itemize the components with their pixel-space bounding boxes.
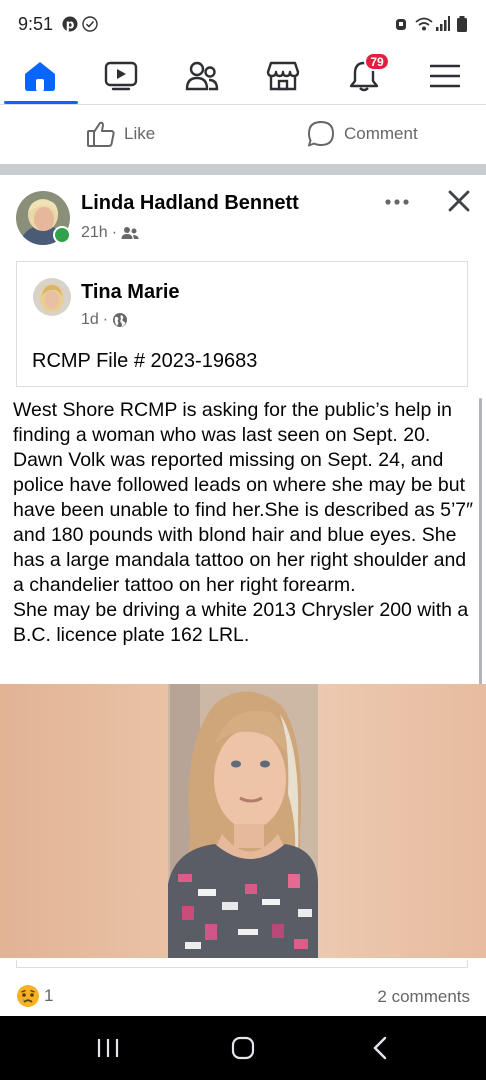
like-button[interactable]: Like: [86, 104, 155, 164]
shared-author-name[interactable]: Tina Marie: [81, 281, 180, 304]
friends-audience-icon: [121, 226, 139, 240]
post-actions-bar: Like Comment: [0, 104, 486, 164]
post-meta: 21h ·: [81, 224, 139, 242]
shared-author-avatar[interactable]: [33, 278, 71, 316]
tab-marketplace[interactable]: [253, 50, 313, 102]
home-nav-button[interactable]: [213, 1030, 273, 1066]
comments-count-link[interactable]: 2 comments: [377, 987, 470, 1007]
tab-menu[interactable]: [415, 50, 475, 102]
online-status-dot: [53, 226, 71, 244]
hide-post-button[interactable]: [444, 186, 474, 216]
status-time: 9:51: [18, 14, 54, 34]
svg-text:p: p: [66, 18, 75, 32]
meta-separator: ·: [111, 224, 118, 241]
shared-post-meta: 1d ·: [81, 311, 128, 329]
photo-frame-edge: [16, 960, 468, 968]
wifi-icon: [414, 16, 434, 32]
recent-apps-button[interactable]: [78, 1030, 138, 1066]
recent-apps-icon: [96, 1037, 120, 1059]
feed-divider: [0, 164, 486, 175]
notification-badge: 79: [364, 52, 390, 71]
like-label: Like: [124, 124, 156, 143]
pinterest-icon: p: [62, 16, 78, 32]
shared-post-time[interactable]: 1d: [81, 311, 99, 329]
thumbs-up-icon: [86, 120, 116, 148]
comment-label: Comment: [344, 124, 418, 143]
globe-icon: [112, 312, 128, 328]
marketplace-icon: [266, 60, 300, 92]
back-chevron-icon: [372, 1036, 388, 1060]
alarm-icon: [394, 16, 408, 32]
friends-icon: [185, 61, 219, 91]
more-options-button[interactable]: [382, 192, 412, 212]
post-photo[interactable]: [0, 684, 486, 958]
comment-button[interactable]: Comment: [306, 104, 418, 164]
hamburger-icon: [430, 63, 460, 89]
signal-icon: [436, 16, 450, 32]
tab-friends[interactable]: [172, 50, 232, 102]
tab-home[interactable]: [10, 50, 70, 102]
post-body-text: West Shore RCMP is asking for the public…: [13, 399, 474, 646]
battery-icon: [456, 16, 468, 33]
close-icon: [448, 190, 470, 212]
status-bar: 9:51 p: [0, 0, 486, 50]
home-icon: [23, 60, 57, 92]
sad-reaction-icon: [16, 984, 40, 1008]
comment-bubble-icon: [306, 120, 336, 148]
reaction-count: 1: [44, 986, 54, 1005]
more-dots-icon: [385, 199, 409, 205]
top-tab-bar: [0, 50, 486, 105]
shared-post-text: RCMP File # 2023-19683: [32, 350, 258, 372]
reactions-summary[interactable]: 1: [16, 984, 53, 1008]
meta-separator: ·: [102, 311, 109, 328]
scrollbar-thumb[interactable]: [479, 398, 482, 718]
post-time[interactable]: 21h: [81, 224, 108, 242]
home-circle-icon: [231, 1036, 255, 1060]
post-author-name[interactable]: Linda Hadland Bennett: [81, 192, 299, 215]
tab-watch[interactable]: [91, 50, 151, 102]
video-icon: [104, 61, 138, 91]
android-nav-bar: [0, 1016, 486, 1080]
back-button[interactable]: [350, 1030, 410, 1066]
check-circle-icon: [82, 16, 98, 32]
